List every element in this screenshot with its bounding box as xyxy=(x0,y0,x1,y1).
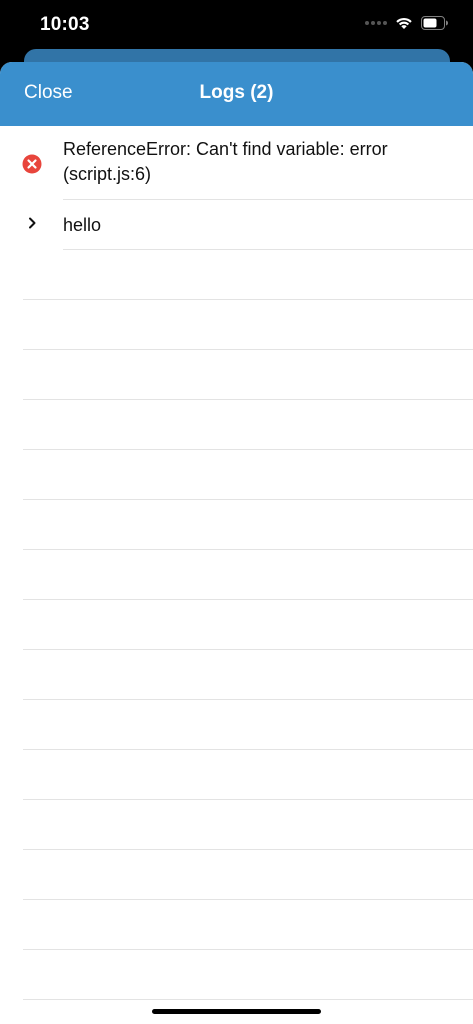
wifi-icon xyxy=(395,16,413,30)
cellular-signal-icon xyxy=(365,21,387,25)
empty-row xyxy=(0,450,473,500)
empty-row xyxy=(0,950,473,1000)
empty-row xyxy=(0,650,473,700)
empty-row xyxy=(0,350,473,400)
empty-row xyxy=(0,800,473,850)
empty-row xyxy=(0,600,473,650)
screen: 10:03 Close Logs (2) ReferenceError: Can… xyxy=(0,0,473,1024)
status-time: 10:03 xyxy=(40,14,90,35)
battery-icon xyxy=(421,16,449,30)
status-indicators xyxy=(365,16,449,30)
log-entry-log[interactable]: hello xyxy=(0,200,473,250)
empty-row xyxy=(0,550,473,600)
empty-row xyxy=(0,750,473,800)
log-entry-text: hello xyxy=(63,215,102,235)
error-circle-icon xyxy=(22,154,41,174)
empty-row xyxy=(0,250,473,300)
empty-row xyxy=(0,500,473,550)
row-divider xyxy=(23,999,473,1000)
logs-sheet: Close Logs (2) ReferenceError: Can't fin… xyxy=(0,62,473,1024)
nav-bar: Close Logs (2) xyxy=(0,62,473,126)
empty-row xyxy=(0,400,473,450)
status-bar: 10:03 xyxy=(0,0,473,50)
home-indicator[interactable] xyxy=(152,1009,321,1014)
log-entry-text: ReferenceError: Can't find variable: err… xyxy=(63,139,388,184)
empty-row xyxy=(0,300,473,350)
log-list: ReferenceError: Can't find variable: err… xyxy=(0,126,473,1000)
empty-row xyxy=(0,850,473,900)
page-title: Logs (2) xyxy=(199,82,274,103)
chevron-right-icon[interactable] xyxy=(26,216,38,230)
empty-row xyxy=(0,700,473,750)
empty-row xyxy=(0,900,473,950)
log-entry-error[interactable]: ReferenceError: Can't find variable: err… xyxy=(0,126,473,200)
